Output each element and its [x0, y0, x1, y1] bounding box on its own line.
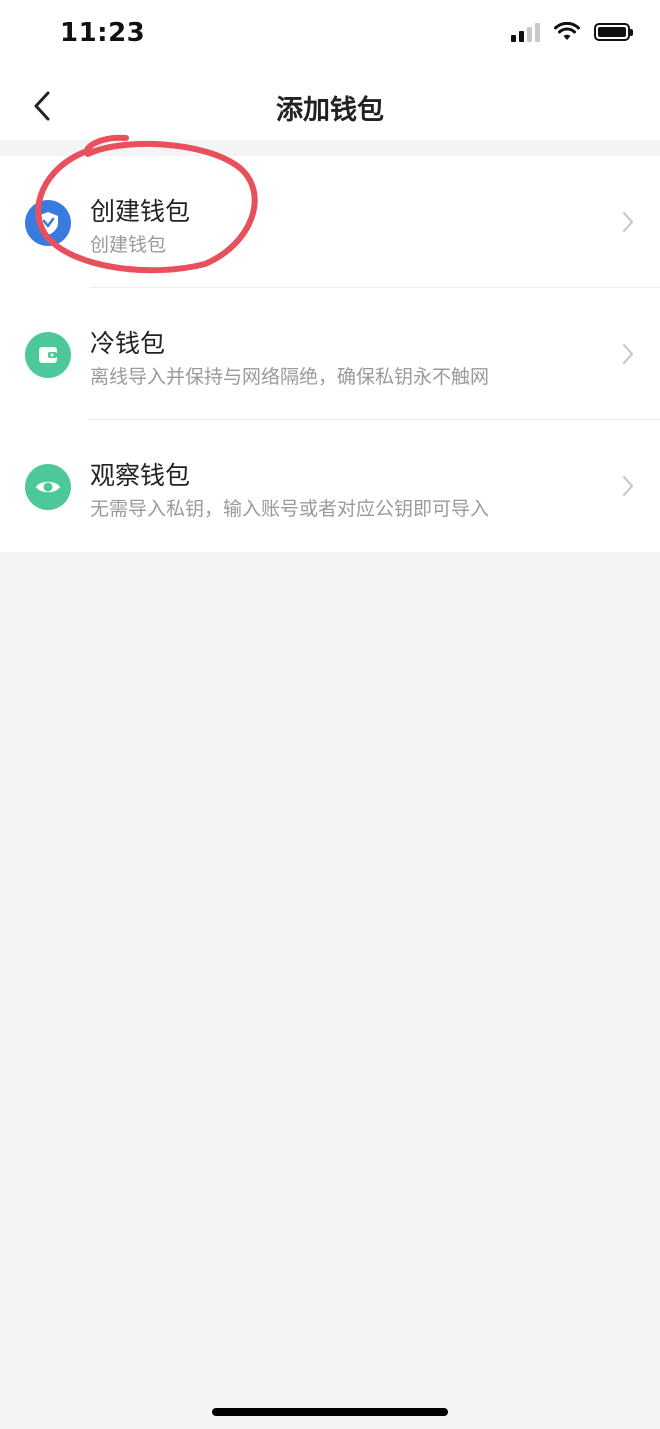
wifi-icon [554, 22, 580, 40]
status-time: 11:23 [60, 18, 146, 48]
status-bar: 11:23 [0, 0, 660, 72]
watch-wallet-subtitle: 无需导入私钥，输入账号或者对应公钥即可导入 [90, 498, 490, 520]
chevron-right-icon [623, 212, 633, 232]
cellular-signal-icon [511, 22, 540, 42]
battery-icon [594, 23, 633, 41]
create-wallet-subtitle: 创建钱包 [90, 234, 167, 256]
wallet-shield-icon [25, 200, 71, 246]
watch-wallet-title: 观察钱包 [90, 461, 191, 490]
nav-bar: 添加钱包 [0, 72, 660, 140]
cold-wallet-icon [25, 332, 71, 378]
eye-icon [25, 464, 71, 510]
cold-wallet-subtitle: 离线导入并保持与网络隔绝，确保私钥永不触网 [90, 366, 490, 388]
create-wallet-item[interactable]: 创建钱包 创建钱包 [0, 156, 660, 288]
status-icons [511, 22, 633, 42]
page-title: 添加钱包 [276, 95, 384, 126]
home-indicator[interactable] [212, 1408, 448, 1416]
cold-wallet-title: 冷钱包 [90, 329, 166, 358]
chevron-right-icon [623, 476, 633, 496]
watch-wallet-item[interactable]: 观察钱包 无需导入私钥，输入账号或者对应公钥即可导入 [0, 420, 660, 552]
wallet-options-list: 创建钱包 创建钱包 冷钱包 离线导入并保持与网络隔绝，确保私钥永不触网 观察钱包… [0, 156, 660, 552]
create-wallet-title: 创建钱包 [90, 197, 191, 226]
cold-wallet-item[interactable]: 冷钱包 离线导入并保持与网络隔绝，确保私钥永不触网 [0, 288, 660, 420]
chevron-right-icon [623, 344, 633, 364]
